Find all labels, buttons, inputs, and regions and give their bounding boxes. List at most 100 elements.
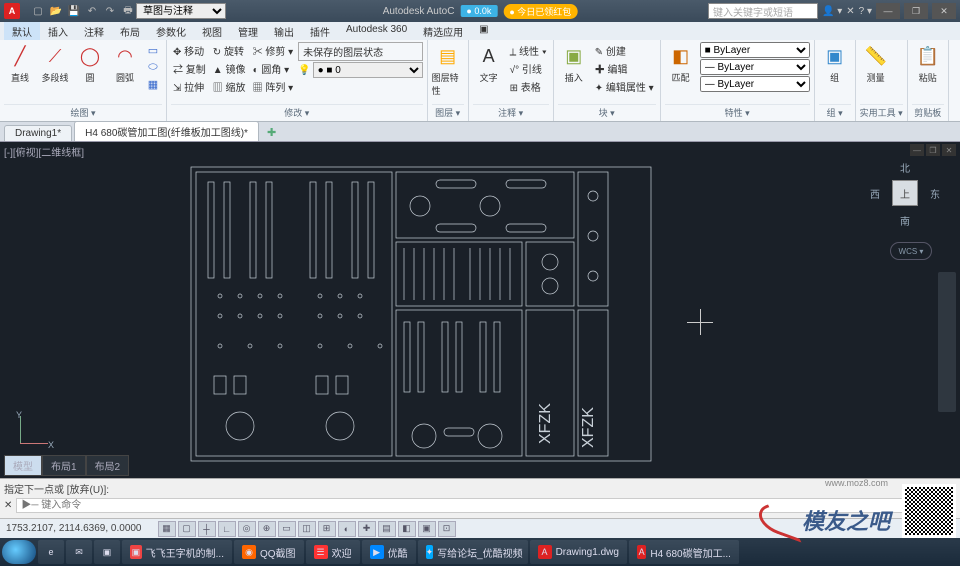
viewcube-north[interactable]: 北: [900, 160, 910, 175]
toggle-polar[interactable]: ◎: [238, 521, 256, 537]
task-2[interactable]: ◉QQ截图: [234, 540, 304, 564]
tab-parametric[interactable]: 参数化: [148, 22, 194, 40]
layerstate-selector[interactable]: 未保存的图层状态: [298, 42, 422, 61]
workspace-selector[interactable]: 草图与注释: [136, 3, 226, 19]
toggle-ortho[interactable]: ∟: [218, 521, 236, 537]
vp-minimize-icon[interactable]: —: [910, 144, 924, 156]
toggle-tpy[interactable]: ▤: [378, 521, 396, 537]
viewcube-top-face[interactable]: 上: [892, 180, 918, 206]
polyline-button[interactable]: ⟋多段线: [39, 42, 71, 84]
table-button[interactable]: ⊞ 表格: [508, 78, 549, 95]
group-button[interactable]: ▣组: [819, 42, 851, 84]
drawing-canvas[interactable]: [-][俯视][二维线框] — ❐ ✕ 北 南 东 西 上 WCS ▾: [0, 142, 960, 478]
app-logo[interactable]: A: [4, 3, 20, 19]
qat-open-icon[interactable]: 📂: [48, 3, 64, 19]
color-selector[interactable]: ■ ByLayer: [700, 42, 810, 58]
tab-annotate[interactable]: 注释: [76, 22, 112, 40]
viewport-label[interactable]: [-][俯视][二维线框]: [4, 144, 84, 159]
circle-button[interactable]: ◯圆: [74, 42, 106, 84]
toggle-3dosnap[interactable]: ▭: [278, 521, 296, 537]
toggle-qp[interactable]: ◧: [398, 521, 416, 537]
tab-a360[interactable]: Autodesk 360: [338, 22, 415, 40]
task-1[interactable]: ▣飞飞王字机的制...: [122, 540, 232, 564]
panel-draw-title[interactable]: 绘图 ▾: [4, 104, 162, 120]
qat-print-icon[interactable]: 🖶: [120, 3, 136, 19]
task-3[interactable]: ☰欢迎: [306, 540, 360, 564]
task-4[interactable]: ▶优酷: [362, 540, 416, 564]
linetype-selector[interactable]: — ByLayer: [700, 76, 810, 92]
ucs-icon[interactable]: YX: [12, 412, 52, 452]
fillet-button[interactable]: ◐ 圆角 ▾: [251, 60, 296, 77]
help-search-input[interactable]: 键入关键字或短语: [708, 3, 818, 19]
vp-close-icon[interactable]: ✕: [942, 144, 956, 156]
task-5[interactable]: ✦写给论坛_优酷视频: [418, 540, 528, 564]
paste-button[interactable]: 📋粘贴: [912, 42, 944, 84]
pin-ie[interactable]: e: [38, 540, 64, 564]
layout-1[interactable]: 布局1: [42, 455, 86, 476]
tab-output[interactable]: 输出: [266, 22, 302, 40]
minimize-button[interactable]: —: [876, 3, 900, 19]
qat-new-icon[interactable]: ▢: [30, 3, 46, 19]
panel-modify-title[interactable]: 修改 ▾: [171, 104, 423, 120]
toggle-infer[interactable]: ┼: [198, 521, 216, 537]
insert-block-button[interactable]: ▣插入: [558, 42, 590, 84]
line-button[interactable]: ╱直线: [4, 42, 36, 84]
scale-button[interactable]: ▥ 缩放: [211, 78, 248, 95]
measure-button[interactable]: 📏测量: [860, 42, 892, 84]
nav-wheel[interactable]: WCS ▾: [890, 242, 932, 260]
pin-explorer[interactable]: ✉: [66, 540, 92, 564]
view-cube[interactable]: 北 南 东 西 上: [870, 158, 940, 228]
arc-button[interactable]: ◠圆弧: [109, 42, 141, 84]
panel-group-title[interactable]: 组 ▾: [819, 104, 851, 120]
leader-button[interactable]: √° 引线: [508, 60, 549, 77]
ellipse-button[interactable]: ⬭: [144, 59, 162, 75]
mirror-button[interactable]: ▲ 镜像: [211, 60, 248, 77]
layer-props-button[interactable]: ▤图层特性: [432, 42, 464, 97]
toggle-dyn[interactable]: ◐: [338, 521, 356, 537]
toggle-grid[interactable]: ▦: [158, 521, 176, 537]
rect-button[interactable]: ▭: [144, 42, 162, 58]
match-props-button[interactable]: ◧匹配: [665, 42, 697, 84]
qat-undo-icon[interactable]: ↶: [84, 3, 100, 19]
tab-panels-icon[interactable]: ▣: [471, 22, 496, 40]
task-6[interactable]: ADrawing1.dwg: [530, 540, 627, 564]
tab-featured[interactable]: 精选应用: [415, 22, 471, 40]
toggle-snap[interactable]: ▢: [178, 521, 196, 537]
promo-badge[interactable]: ● 今日已领红包: [503, 4, 577, 19]
layout-model[interactable]: 模型: [4, 455, 42, 476]
new-tab-icon[interactable]: ✚: [261, 124, 282, 141]
tab-layout[interactable]: 布局: [112, 22, 148, 40]
start-button[interactable]: [2, 540, 36, 564]
copy-button[interactable]: ⇄ 复制: [171, 60, 208, 77]
edit-block-button[interactable]: ✚ 编辑: [593, 60, 656, 77]
toggle-otrack[interactable]: ◫: [298, 521, 316, 537]
edit-attr-button[interactable]: ✦ 编辑属性 ▾: [593, 78, 656, 95]
create-block-button[interactable]: ✎ 创建: [593, 42, 656, 59]
hatch-button[interactable]: ▦: [144, 76, 162, 92]
array-button[interactable]: ▦ 阵列 ▾: [251, 78, 296, 95]
tab-insert[interactable]: 插入: [40, 22, 76, 40]
toggle-sc[interactable]: ▣: [418, 521, 436, 537]
qat-redo-icon[interactable]: ↷: [102, 3, 118, 19]
toggle-am[interactable]: ⊡: [438, 521, 456, 537]
panel-util-title[interactable]: 实用工具 ▾: [860, 104, 903, 120]
panel-block-title[interactable]: 块 ▾: [558, 104, 656, 120]
maximize-button[interactable]: ❐: [904, 3, 928, 19]
panel-layer-title[interactable]: 图层 ▾: [432, 104, 464, 120]
close-button[interactable]: ✕: [932, 3, 956, 19]
panel-annot-title[interactable]: 注释 ▾: [473, 104, 549, 120]
viewcube-south[interactable]: 南: [900, 213, 910, 228]
layer-selector[interactable]: ● ■ 0: [313, 62, 423, 78]
stretch-button[interactable]: ⇲ 拉伸: [171, 78, 208, 95]
doc-tab-2[interactable]: H4 680碳管加工图(纤维板加工图线)*: [74, 121, 259, 141]
viewcube-east[interactable]: 东: [930, 186, 940, 201]
pin-app[interactable]: ▣: [94, 540, 120, 564]
layout-2[interactable]: 布局2: [86, 455, 130, 476]
qat-save-icon[interactable]: 💾: [66, 3, 82, 19]
lineweight-selector[interactable]: — ByLayer: [700, 59, 810, 75]
tab-plugins[interactable]: 插件: [302, 22, 338, 40]
nav-bar[interactable]: [938, 272, 956, 412]
vp-maximize-icon[interactable]: ❐: [926, 144, 940, 156]
trim-button[interactable]: ✂ 修剪 ▾: [251, 42, 296, 59]
panel-props-title[interactable]: 特性 ▾: [665, 104, 810, 120]
